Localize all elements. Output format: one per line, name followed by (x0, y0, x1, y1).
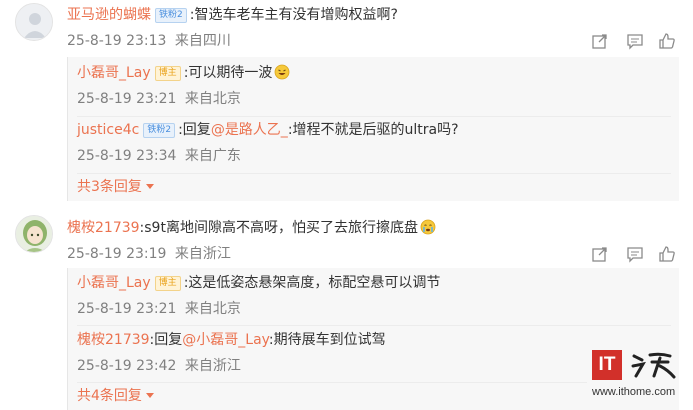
location: 来自浙江 (174, 246, 231, 262)
location: 来自四川 (174, 33, 231, 49)
reply-divider (67, 268, 68, 410)
more-replies-label: 共3条回复 (77, 179, 142, 195)
timestamp: 25-8-19 23:21 (77, 301, 177, 317)
like-icon[interactable] (658, 32, 676, 50)
comment-icon[interactable] (626, 245, 644, 263)
fan-badge[interactable]: 铁粉2 (155, 8, 187, 23)
avatar[interactable] (15, 3, 53, 41)
reply-separator (77, 325, 671, 326)
reply-meta: 25-8-19 23:42 来自浙江 (77, 356, 241, 376)
username-link[interactable]: justice4c (77, 122, 139, 138)
share-icon[interactable] (591, 32, 609, 50)
timestamp: 25-8-19 23:19 (67, 246, 167, 262)
watermark: IT www.ithome.com (590, 348, 686, 406)
ithome-logo: IT (592, 350, 622, 380)
mention-link[interactable]: @小磊哥_Lay (182, 332, 269, 348)
crying-emoji-icon (420, 219, 436, 235)
reply-text: :可以期待一波 (183, 65, 273, 81)
reply-line: 小磊哥_Lay 博主:这是低姿态悬架高度，标配空悬可以调节 (77, 273, 440, 293)
more-replies-button[interactable]: 共3条回复 (77, 177, 154, 197)
reply-text: :这是低姿态悬架高度，标配空悬可以调节 (183, 275, 441, 291)
username-link[interactable]: 槐桉21739 (67, 220, 140, 236)
reply-separator (77, 116, 671, 117)
mention-link[interactable]: @是路人乙_ (211, 122, 288, 138)
reply-separator (77, 173, 671, 174)
comment-icon[interactable] (626, 32, 644, 50)
timestamp: 25-8-19 23:21 (77, 91, 177, 107)
username-link[interactable]: 小磊哥_Lay (77, 65, 151, 81)
ithome-glyph-icon (631, 352, 676, 379)
blogger-badge: 博主 (154, 276, 181, 291)
blogger-badge: 博主 (154, 66, 181, 81)
anime-avatar-icon (16, 216, 52, 252)
comment-line: 槐桉21739:s9t离地间隙高不高呀，怕买了去旅行擦底盘 (67, 218, 436, 238)
reply-prefix: :回复 (149, 332, 183, 348)
username-link[interactable]: 槐桉21739 (77, 332, 150, 348)
comment-text: :s9t离地间隙高不高呀，怕买了去旅行擦底盘 (139, 220, 418, 236)
location: 来自北京 (184, 91, 241, 107)
share-icon[interactable] (591, 245, 609, 263)
caret-down-icon (145, 393, 154, 398)
like-icon[interactable] (658, 245, 676, 263)
location: 来自浙江 (184, 358, 241, 374)
reply-meta: 25-8-19 23:34 来自广东 (77, 146, 241, 166)
reply-meta: 25-8-19 23:21 来自北京 (77, 299, 241, 319)
caret-down-icon (145, 184, 154, 189)
timestamp: 25-8-19 23:34 (77, 148, 177, 164)
location: 来自北京 (184, 301, 241, 317)
comment-text: :智选车老车主有没有增购权益啊? (189, 7, 398, 23)
laughing-emoji-icon (275, 64, 290, 80)
username-link[interactable]: 小磊哥_Lay (77, 275, 151, 291)
reply-line: 小磊哥_Lay 博主:可以期待一波 (77, 63, 290, 83)
default-avatar-icon (16, 4, 52, 40)
more-replies-label: 共4条回复 (77, 388, 142, 404)
comment-meta: 25-8-19 23:19 来自浙江 (67, 244, 231, 264)
username-link[interactable]: 亚马逊的蝴蝶 (67, 7, 151, 23)
reply-prefix: :回复 (178, 122, 211, 138)
reply-separator (77, 382, 587, 383)
watermark-url: www.ithome.com (592, 386, 676, 398)
comment-meta: 25-8-19 23:13 来自四川 (67, 31, 231, 51)
reply-line: justice4c 铁粉2:回复@是路人乙_:增程不就是后驱的ultra吗? (77, 120, 459, 140)
comment-line: 亚马逊的蝴蝶 铁粉2:智选车老车主有没有增购权益啊? (67, 5, 398, 25)
timestamp: 25-8-19 23:42 (77, 358, 177, 374)
location: 来自广东 (184, 148, 241, 164)
timestamp: 25-8-19 23:13 (67, 33, 167, 49)
reply-text: :增程不就是后驱的ultra吗? (287, 122, 459, 138)
more-replies-button[interactable]: 共4条回复 (77, 386, 154, 406)
reply-divider (67, 57, 68, 201)
fan-badge[interactable]: 铁粉2 (143, 123, 176, 138)
reply-meta: 25-8-19 23:21 来自北京 (77, 89, 241, 109)
avatar[interactable] (15, 215, 53, 253)
reply-line: 槐桉21739:回复@小磊哥_Lay:期待展车到位试驾 (77, 330, 386, 350)
reply-text: :期待展车到位试驾 (268, 332, 386, 348)
